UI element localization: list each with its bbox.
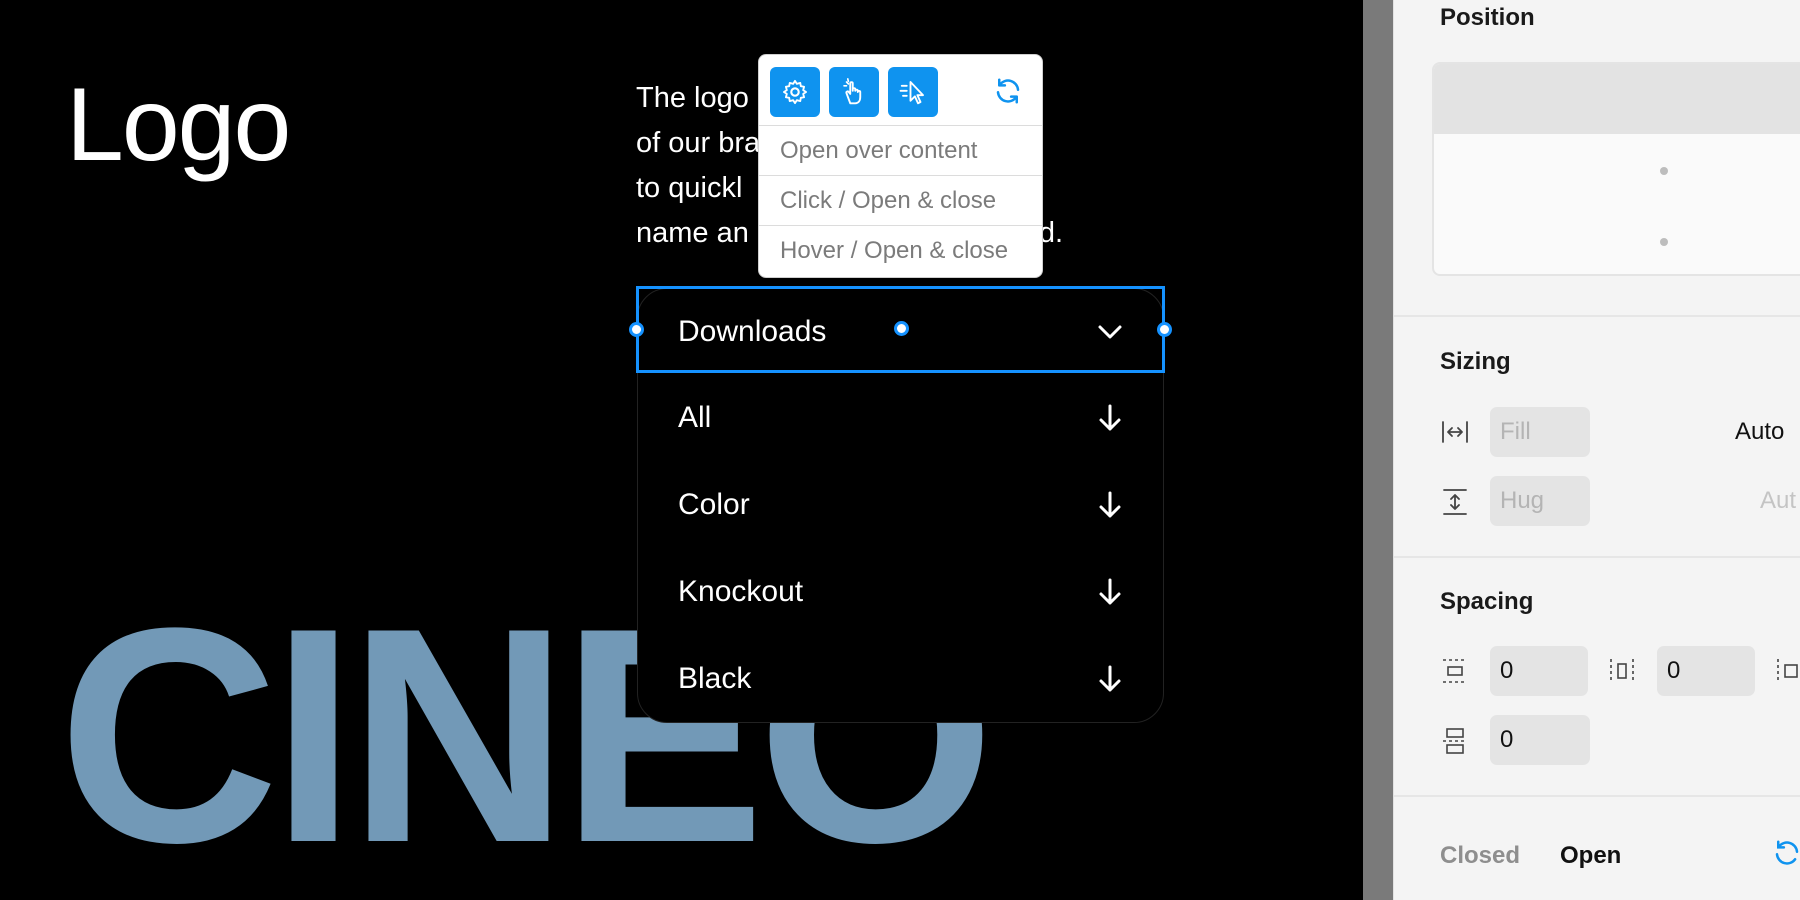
state-tab-open[interactable]: Open: [1560, 842, 1621, 870]
gap-icon: [1607, 656, 1637, 686]
arrow-down-icon: [1097, 490, 1123, 520]
pointer-hover-icon: [899, 81, 924, 105]
width-mode-select[interactable]: Auto: [1735, 418, 1784, 446]
refresh-icon[interactable]: [1772, 838, 1800, 868]
settings-button[interactable]: [770, 67, 820, 117]
dropdown-item-color[interactable]: Color: [638, 462, 1163, 548]
height-mode-select[interactable]: Aut: [1760, 487, 1796, 515]
padding-bottom-icon: [1440, 726, 1470, 756]
interaction-menu: Open over content Click / Open & close H…: [758, 54, 1043, 278]
gear-icon: [782, 79, 808, 105]
dropdown-item-black[interactable]: Black: [638, 636, 1163, 722]
state-tab-closed[interactable]: Closed: [1440, 842, 1520, 870]
width-input[interactable]: Fill: [1490, 407, 1590, 457]
logo-heading: Logo: [66, 67, 291, 183]
refresh-icon: [996, 78, 1020, 104]
dropdown-item-knockout[interactable]: Knockout: [638, 549, 1163, 635]
section-divider: [1394, 795, 1800, 797]
hover-trigger-button[interactable]: [888, 67, 938, 117]
dropdown-item-all[interactable]: All: [638, 375, 1163, 461]
downloads-dropdown[interactable]: Downloads All Color Knockout Black: [637, 288, 1164, 723]
position-section-title: Position: [1440, 4, 1535, 31]
menu-item-hover-open-close[interactable]: Hover / Open & close: [759, 226, 1042, 276]
arrow-down-icon: [1097, 664, 1123, 694]
dropdown-item-label: Black: [678, 662, 752, 695]
spacing-gap-input[interactable]: 0: [1657, 646, 1755, 696]
interaction-toolbar: [759, 55, 1042, 126]
height-input[interactable]: Hug: [1490, 476, 1590, 526]
spacing-bottom-input[interactable]: 0: [1490, 715, 1590, 765]
menu-item-open-over-content[interactable]: Open over content: [759, 126, 1042, 176]
position-dot[interactable]: [1660, 167, 1668, 175]
click-trigger-button[interactable]: [829, 67, 879, 117]
pointer-click-icon: [843, 78, 862, 105]
dropdown-item-label: Knockout: [678, 575, 804, 608]
section-divider: [1394, 556, 1800, 558]
panel-divider: [1363, 0, 1393, 900]
design-canvas[interactable]: Logo The logofier of our bra to quickl n…: [0, 0, 1363, 900]
section-divider: [1394, 315, 1800, 317]
dropdown-item-label: Color: [678, 488, 750, 521]
height-icon: [1440, 487, 1470, 517]
dropdown-header[interactable]: Downloads: [638, 289, 1163, 375]
arrow-down-icon: [1097, 403, 1123, 433]
spacing-section-title: Spacing: [1440, 588, 1534, 615]
spacing-top-input[interactable]: 0: [1490, 646, 1588, 696]
refresh-button[interactable]: [992, 75, 1024, 107]
padding-side-icon: [1774, 656, 1800, 686]
padding-top-icon: [1440, 656, 1470, 686]
dropdown-item-label: All: [678, 401, 712, 434]
position-picker[interactable]: [1432, 62, 1800, 276]
menu-item-click-open-close[interactable]: Click / Open & close: [759, 176, 1042, 226]
dropdown-header-label: Downloads: [678, 315, 827, 348]
width-icon: [1440, 417, 1470, 447]
position-dot[interactable]: [1660, 238, 1668, 246]
arrow-down-icon: [1097, 577, 1123, 607]
properties-panel: Position Sizing Fill Auto Hug Aut Spacin…: [1393, 0, 1800, 900]
chevron-down-icon: [1097, 317, 1123, 347]
sizing-section-title: Sizing: [1440, 348, 1511, 375]
position-row-top[interactable]: [1434, 64, 1800, 134]
